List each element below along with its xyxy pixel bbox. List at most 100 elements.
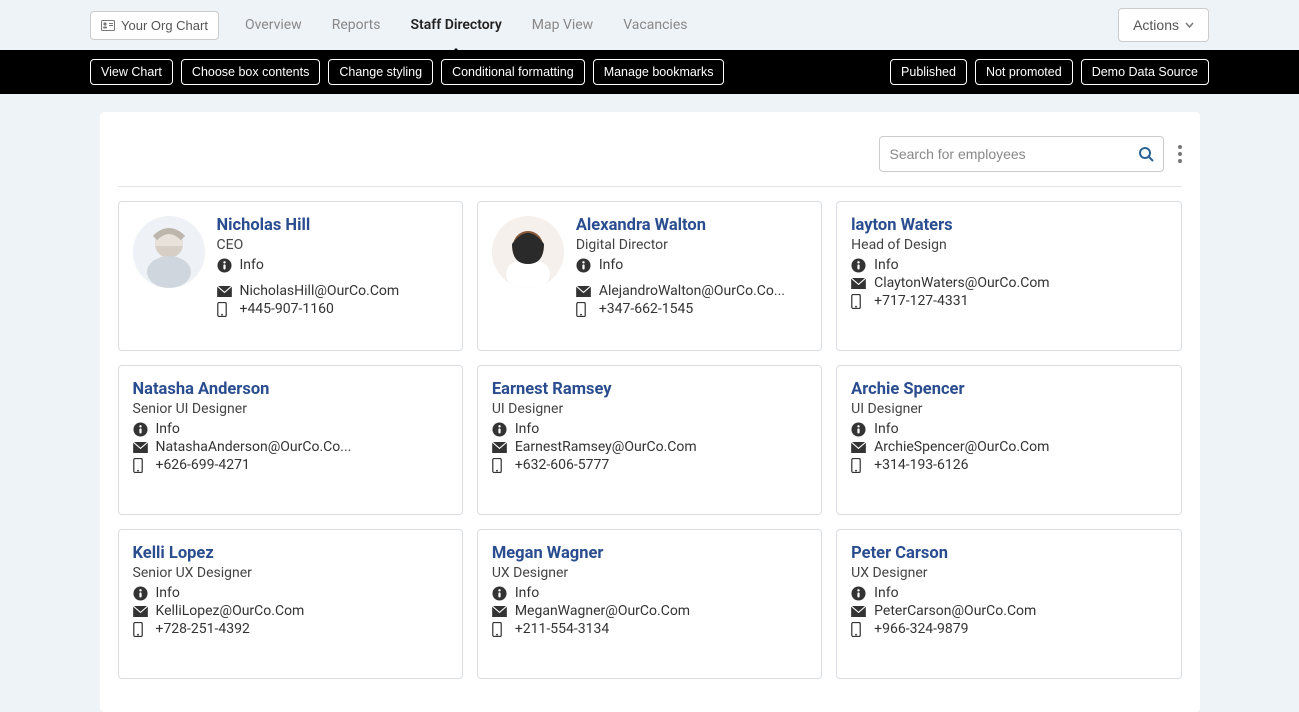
published-button[interactable]: Published — [890, 59, 967, 85]
employee-email-line: AlejandroWalton@OurCo.Co... — [576, 283, 807, 299]
info-link[interactable]: Info — [492, 421, 807, 437]
info-icon — [133, 422, 149, 437]
tab-staff-directory[interactable]: Staff Directory — [407, 9, 506, 41]
employee-card: Peter Carson UX Designer Info PeterCarson@O… — [836, 529, 1181, 679]
employee-email: ClaytonWaters@OurCo.Com — [874, 275, 1049, 291]
mail-icon — [133, 442, 149, 453]
employee-name[interactable]: Megan Wagner — [492, 544, 807, 563]
employee-card: Earnest RamseyUI DesignerInfoEarnestRams… — [477, 365, 822, 515]
data-source-button[interactable]: Demo Data Source — [1081, 59, 1209, 85]
employee-phone: +966-324-9879 — [874, 621, 968, 637]
employee-email: ArchieSpencer@OurCo.Com — [874, 439, 1049, 455]
employee-role: UX Designer — [492, 565, 807, 581]
employee-role: Digital Director — [576, 237, 807, 253]
employee-email: EarnestRamsey@OurCo.Com — [515, 439, 697, 455]
employee-phone-line: +966-324-9879 — [851, 621, 1166, 637]
employee-card: Megan Wagner UX Designer Info MeganWagner@O… — [477, 529, 822, 679]
search-icon[interactable] — [1138, 146, 1154, 162]
mail-icon — [492, 442, 508, 453]
info-label: Info — [156, 585, 180, 601]
employee-phone: +445-907-1160 — [240, 301, 334, 317]
search-input[interactable] — [879, 136, 1164, 172]
conditional-formatting-button[interactable]: Conditional formatting — [441, 59, 585, 85]
employee-email: AlejandroWalton@OurCo.Co... — [599, 283, 785, 299]
employee-name[interactable]: Earnest Ramsey — [492, 380, 807, 399]
info-icon — [851, 586, 867, 601]
content-panel: Nicholas Hill CEO Info NicholasHill@OurCo.C… — [100, 112, 1200, 712]
employee-phone-line: +211-554-3134 — [492, 621, 807, 637]
employee-cards-grid: Nicholas Hill CEO Info NicholasHill@OurCo.C… — [118, 201, 1182, 679]
employee-card: layton Waters Head of Design Info ClaytonWa… — [836, 201, 1181, 351]
employee-phone: +728-251-4392 — [156, 621, 250, 637]
your-org-chart-label: Your Org Chart — [121, 18, 208, 33]
info-link[interactable]: Info — [576, 257, 807, 273]
phone-icon — [492, 458, 508, 473]
tab-map-view[interactable]: Map View — [528, 9, 597, 41]
employee-phone-line: +314-193-6126 — [851, 457, 1166, 473]
phone-icon — [851, 622, 867, 637]
info-icon — [492, 586, 508, 601]
info-icon — [217, 258, 233, 273]
change-styling-button[interactable]: Change styling — [328, 59, 433, 85]
phone-icon — [217, 302, 233, 317]
employee-role: Senior UX Designer — [133, 565, 448, 581]
info-link[interactable]: Info — [851, 421, 1166, 437]
info-link[interactable]: Info — [133, 585, 448, 601]
actions-button[interactable]: Actions — [1118, 8, 1209, 42]
employee-role: UX Designer — [851, 565, 1166, 581]
employee-email: KelliLopez@OurCo.Com — [156, 603, 305, 619]
employee-phone: +314-193-6126 — [874, 457, 968, 473]
employee-email-line: NicholasHill@OurCo.Com — [217, 283, 448, 299]
info-label: Info — [515, 421, 539, 437]
employee-email: NatashaAnderson@OurCo.Co... — [156, 439, 352, 455]
info-icon — [851, 258, 867, 273]
not-promoted-button[interactable]: Not promoted — [975, 59, 1073, 85]
tab-overview[interactable]: Overview — [241, 9, 306, 41]
info-icon — [576, 258, 592, 273]
employee-name[interactable]: Archie Spencer — [851, 380, 1166, 399]
info-link[interactable]: Info — [492, 585, 807, 601]
info-link[interactable]: Info — [133, 421, 448, 437]
employee-phone-line: +632-606-5777 — [492, 457, 807, 473]
employee-email-line: EarnestRamsey@OurCo.Com — [492, 439, 807, 455]
employee-name[interactable]: layton Waters — [851, 216, 1166, 235]
top-nav: Your Org Chart Overview Reports Staff Di… — [0, 0, 1299, 50]
employee-name[interactable]: Peter Carson — [851, 544, 1166, 563]
employee-role: Head of Design — [851, 237, 1166, 253]
employee-email-line: KelliLopez@OurCo.Com — [133, 603, 448, 619]
choose-box-contents-button[interactable]: Choose box contents — [181, 59, 320, 85]
employee-email-line: ClaytonWaters@OurCo.Com — [851, 275, 1166, 291]
info-label: Info — [599, 257, 623, 273]
employee-email: PeterCarson@OurCo.Com — [874, 603, 1036, 619]
employee-phone-line: +445-907-1160 — [217, 301, 448, 317]
manage-bookmarks-button[interactable]: Manage bookmarks — [593, 59, 725, 85]
employee-name[interactable]: Alexandra Walton — [576, 216, 807, 235]
employee-phone: +632-606-5777 — [515, 457, 609, 473]
mail-icon — [851, 442, 867, 453]
more-options-icon[interactable] — [1178, 145, 1182, 163]
employee-role: CEO — [217, 237, 448, 253]
employee-email-line: MeganWagner@OurCo.Com — [492, 603, 807, 619]
employee-phone: +347-662-1545 — [599, 301, 693, 317]
employee-card: Archie SpencerUI DesignerInfoArchieSpenc… — [836, 365, 1181, 515]
phone-icon — [576, 302, 592, 317]
your-org-chart-button[interactable]: Your Org Chart — [90, 11, 219, 40]
avatar — [492, 216, 564, 288]
employee-name[interactable]: Kelli Lopez — [133, 544, 448, 563]
employee-email-line: PeterCarson@OurCo.Com — [851, 603, 1166, 619]
info-link[interactable]: Info — [217, 257, 448, 273]
tab-reports[interactable]: Reports — [328, 9, 385, 41]
employee-role: Senior UI Designer — [133, 401, 448, 417]
employee-phone: +717-127-4331 — [874, 293, 968, 309]
phone-icon — [133, 622, 149, 637]
employee-name[interactable]: Natasha Anderson — [133, 380, 448, 399]
info-label: Info — [874, 257, 898, 273]
view-chart-button[interactable]: View Chart — [90, 59, 173, 85]
info-link[interactable]: Info — [851, 257, 1166, 273]
info-icon — [492, 422, 508, 437]
employee-name[interactable]: Nicholas Hill — [217, 216, 448, 235]
tab-vacancies[interactable]: Vacancies — [619, 9, 691, 41]
phone-icon — [133, 458, 149, 473]
employee-phone-line: +347-662-1545 — [576, 301, 807, 317]
info-link[interactable]: Info — [851, 585, 1166, 601]
